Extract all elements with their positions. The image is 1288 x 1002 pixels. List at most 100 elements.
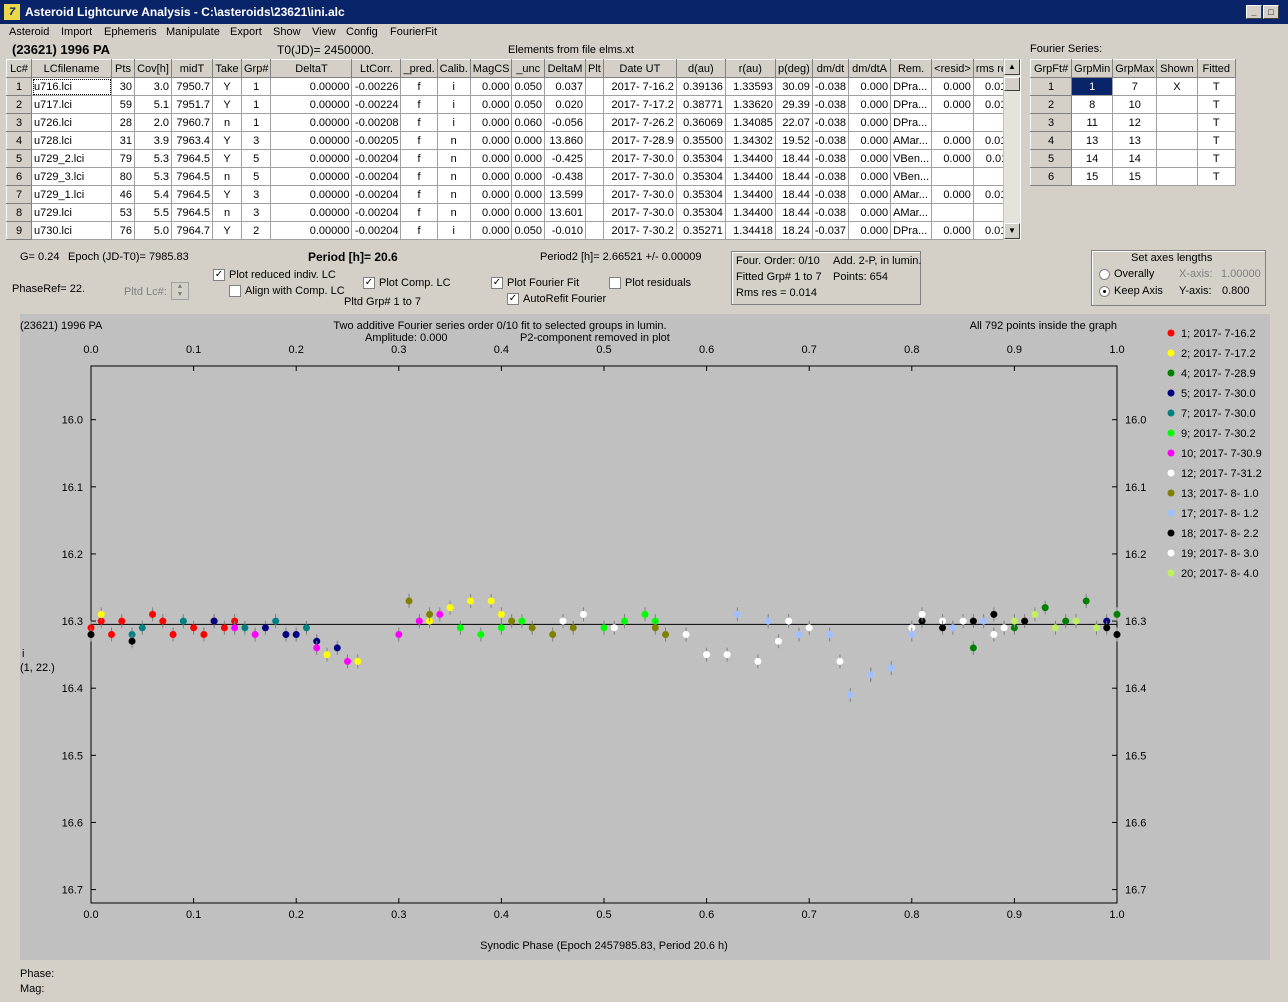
table-cell[interactable]: Y (212, 149, 242, 168)
table-cell[interactable]: DPra... (890, 77, 933, 96)
table-row[interactable]: 1 u716.lci 30 3.0 7950.7 Y 1 0.00000 -0.00226 f i 0… (6, 77, 1016, 96)
table-cell[interactable]: T (1196, 113, 1236, 132)
lc-column-header[interactable]: p(deg) (774, 59, 813, 78)
table-cell[interactable]: u728.lci (31, 131, 112, 150)
table-cell[interactable]: 0.000 (931, 77, 974, 96)
lc-column-header[interactable]: Cov[h] (134, 59, 172, 78)
table-cell[interactable]: 0.000 (469, 77, 513, 96)
table-cell[interactable]: n (212, 203, 242, 222)
table-cell[interactable]: AMar... (890, 185, 933, 204)
table-cell[interactable]: 14 (1071, 149, 1114, 168)
table-cell[interactable]: -0.038 (811, 167, 850, 186)
table-row[interactable]: 5 u729_2.lci 79 5.3 7964.5 Y 5 0.00000 -0.00204 f… (6, 149, 1016, 168)
table-cell[interactable]: 7964.5 (171, 185, 213, 204)
table-cell[interactable]: 3 (240, 203, 272, 222)
table-cell[interactable]: 0.000 (848, 77, 892, 96)
table-cell[interactable]: 0.000 (848, 95, 892, 114)
table-cell[interactable]: 2017- 7-30.0 (602, 167, 677, 186)
align-comp-checkbox[interactable]: Align with Comp. LC (229, 285, 345, 298)
table-cell[interactable]: 0.00000 (270, 113, 353, 132)
table-cell[interactable]: Y (212, 131, 242, 150)
table-cell[interactable]: 0.020 (544, 95, 587, 114)
table-cell[interactable]: f (400, 221, 438, 240)
lc-column-header[interactable]: Take (212, 59, 242, 78)
yaxis-value[interactable]: 0.800 (1222, 285, 1250, 297)
lightcurve-table-scrollbar[interactable]: ▲ ▼ (1003, 59, 1020, 240)
table-cell[interactable]: 7 (1112, 77, 1158, 96)
table-cell[interactable]: -0.00204 (351, 203, 402, 222)
table-cell[interactable]: T (1196, 131, 1236, 150)
table-cell[interactable]: 1.34418 (724, 221, 776, 240)
table-cell[interactable]: n (436, 167, 471, 186)
table-cell[interactable]: 29.39 (774, 95, 813, 114)
row-number[interactable]: 1 (6, 77, 32, 96)
keep-axis-radio[interactable]: Keep Axis (1099, 285, 1163, 297)
table-cell[interactable]: 18.44 (774, 203, 813, 222)
table-cell[interactable]: 1.34400 (724, 203, 776, 222)
plot-svg[interactable]: (23621) 1996 PA Two additive Fourier seri… (20, 314, 1270, 960)
table-cell[interactable]: n (212, 113, 242, 132)
lc-column-header[interactable]: Rem. (890, 59, 933, 78)
table-cell[interactable]: 53 (111, 203, 135, 222)
table-cell[interactable]: 8 (1071, 95, 1114, 114)
menu-asteroid[interactable]: Asteroid (9, 26, 49, 38)
table-cell[interactable]: 0.000 (848, 113, 892, 132)
table-cell[interactable]: 5.0 (134, 221, 172, 240)
table-cell[interactable]: 1 (1071, 77, 1114, 96)
table-cell[interactable]: u729_1.lci (31, 185, 112, 204)
table-cell[interactable]: 0.35304 (675, 185, 726, 204)
lc-column-header[interactable]: DeltaM (544, 59, 587, 78)
scroll-thumb[interactable] (1004, 77, 1020, 91)
row-number[interactable]: 8 (6, 203, 32, 222)
table-cell[interactable]: 0.00000 (270, 131, 353, 150)
table-cell[interactable]: -0.038 (811, 95, 850, 114)
table-cell[interactable]: 0.39136 (675, 77, 726, 96)
lc-column-header[interactable]: DeltaT (270, 59, 353, 78)
table-cell[interactable]: n (436, 131, 471, 150)
row-number[interactable]: 9 (6, 221, 32, 240)
table-cell[interactable]: VBen... (890, 167, 933, 186)
plot-fourier-checkbox[interactable]: ✓ Plot Fourier Fit (491, 277, 579, 290)
table-cell[interactable]: i (436, 221, 471, 240)
table-cell[interactable]: -0.438 (544, 167, 587, 186)
autorefit-checkbox[interactable]: ✓ AutoRefit Fourier (507, 293, 606, 306)
table-cell[interactable]: 0.00000 (270, 149, 353, 168)
table-row[interactable]: 117XT (1030, 77, 1236, 96)
table-cell[interactable]: 1.34400 (724, 149, 776, 168)
table-cell[interactable]: 13 (1112, 131, 1158, 150)
table-cell[interactable]: u729.lci (31, 203, 112, 222)
table-cell[interactable]: 0.000 (511, 131, 546, 150)
pltd-lc-spinner[interactable]: ▲ ▼ (171, 282, 189, 300)
table-cell[interactable]: 5 (240, 167, 272, 186)
table-cell[interactable]: 0.000 (511, 203, 546, 222)
table-cell[interactable]: 1 (240, 95, 272, 114)
table-cell[interactable]: 0.35304 (675, 167, 726, 186)
lc-column-header[interactable]: Lc# (6, 59, 32, 78)
table-row[interactable]: 9 u730.lci 76 5.0 7964.7 Y 2 0.00000 -0.00204 f i 0… (6, 221, 1016, 240)
table-cell[interactable] (585, 77, 604, 96)
table-cell[interactable]: Y (212, 221, 242, 240)
table-cell[interactable]: i (436, 77, 471, 96)
table-cell[interactable] (585, 149, 604, 168)
table-cell[interactable]: -0.00204 (351, 221, 402, 240)
table-cell[interactable]: X (1156, 77, 1198, 96)
table-cell[interactable] (585, 131, 604, 150)
overally-radio[interactable]: Overally (1099, 268, 1154, 280)
table-cell[interactable]: 0.000 (511, 167, 546, 186)
table-cell[interactable]: 22.07 (774, 113, 813, 132)
table-cell[interactable]: 76 (111, 221, 135, 240)
table-cell[interactable]: 0.000 (931, 185, 974, 204)
table-cell[interactable]: 18.44 (774, 167, 813, 186)
table-row[interactable]: 4 13 13 T (1030, 131, 1236, 150)
table-cell[interactable]: 0.037 (544, 77, 587, 96)
table-cell[interactable]: i (436, 113, 471, 132)
table-cell[interactable]: 0.050 (511, 221, 546, 240)
table-cell[interactable]: 13.601 (544, 203, 587, 222)
plot-residuals-checkbox[interactable]: Plot residuals (609, 277, 691, 290)
table-cell[interactable]: 0.38771 (675, 95, 726, 114)
table-cell[interactable]: -0.00204 (351, 167, 402, 186)
table-cell[interactable] (1156, 95, 1198, 114)
table-cell[interactable]: 0.000 (848, 221, 892, 240)
lightcurve-plot[interactable]: (23621) 1996 PA Two additive Fourier seri… (20, 314, 1270, 960)
table-cell[interactable]: 3 (1030, 113, 1073, 132)
